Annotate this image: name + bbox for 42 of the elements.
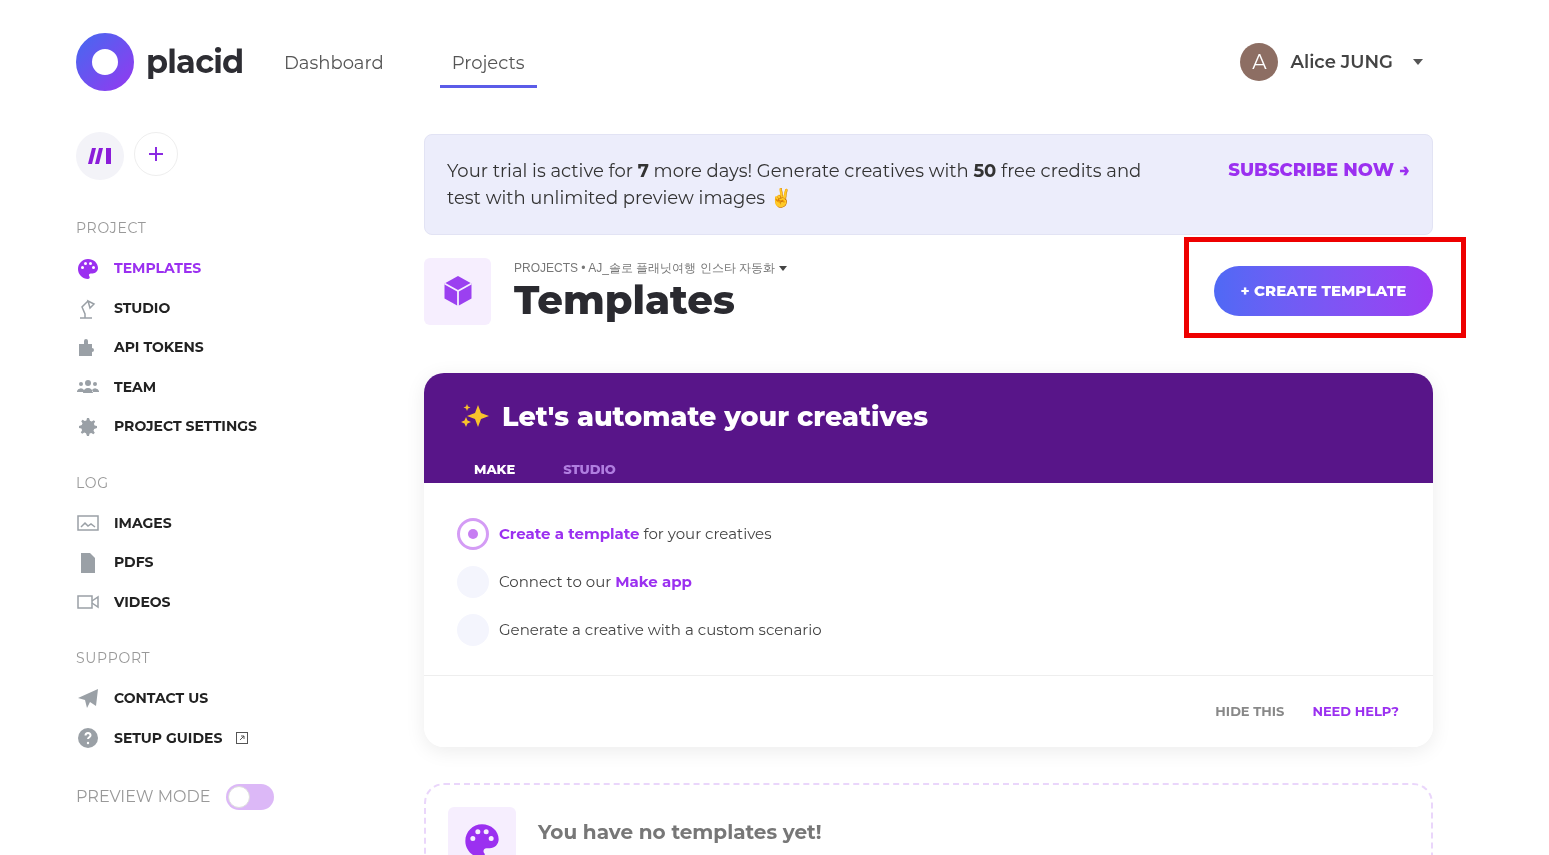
sidebar-item[interactable]: SETUP GUIDES: [76, 718, 424, 758]
preview-mode-toggle[interactable]: [226, 784, 275, 810]
step-text: Create a template for your creatives: [499, 522, 772, 545]
help-icon: [76, 726, 100, 751]
section-heading: LOG: [76, 472, 110, 494]
trial-message: Your trial is active for 7 more days! Generate creatives with 50 free credits and test with unlimited preview images ✌: [447, 158, 1143, 211]
nav-tab[interactable]: Dashboard: [272, 36, 396, 88]
palette-icon: [462, 821, 502, 855]
nav-tab[interactable]: Projects: [439, 36, 537, 88]
caret-icon[interactable]: [778, 265, 787, 271]
sidebar-item[interactable]: VIDEOS: [76, 582, 424, 622]
slanted-bars-icon: [88, 148, 112, 164]
sidebar-item[interactable]: TEMPLATES: [76, 249, 424, 289]
caret-icon[interactable]: [1413, 59, 1423, 65]
step-text: Generate a creative with a custom scenario: [499, 618, 822, 641]
create-template-button[interactable]: + CREATE TEMPLATE: [1214, 266, 1433, 316]
sidebar-item[interactable]: PROJECT SETTINGS: [76, 407, 424, 447]
help-link[interactable]: NEED HELP?: [1312, 701, 1399, 722]
user-avatar[interactable]: A: [1240, 43, 1279, 81]
section-heading: PROJECT: [76, 218, 148, 239]
empty-state-title: You have no templates yet!: [538, 819, 822, 846]
section-heading: SUPPORT: [76, 648, 152, 669]
sidebar-item[interactable]: IMAGES: [76, 503, 424, 543]
sidebar-item[interactable]: CONTACT US: [76, 679, 424, 719]
preview-mode-label: PREVIEW MODE: [76, 786, 211, 808]
plus-icon: [148, 146, 164, 162]
user-name[interactable]: Alice JUNG: [1290, 48, 1393, 76]
ring-logo-icon: [76, 33, 134, 91]
sidebar-item[interactable]: TEAM: [76, 367, 424, 407]
subscribe-link[interactable]: SUBSCRIBE NOW →: [1228, 157, 1410, 184]
sidebar-item[interactable]: API TOKENS: [76, 328, 424, 368]
sidebar-item[interactable]: STUDIO: [76, 288, 424, 328]
brand-name: placid: [146, 41, 244, 83]
onboarding-title: Let's automate your creatives: [502, 399, 928, 435]
sidebar-item[interactable]: PDFS: [76, 543, 424, 583]
breadcrumb[interactable]: PROJECTS • AJ_솔로 플래닛여행 인스타 자동화: [514, 259, 775, 277]
project-logo-button[interactable]: [76, 132, 124, 180]
hide-button[interactable]: HIDE THIS: [1215, 701, 1285, 722]
onboarding-tab[interactable]: STUDIO: [547, 457, 632, 486]
step-text: Connect to our Make app: [499, 570, 692, 593]
palette-icon: [76, 256, 100, 281]
page-title: Templates: [514, 277, 736, 323]
